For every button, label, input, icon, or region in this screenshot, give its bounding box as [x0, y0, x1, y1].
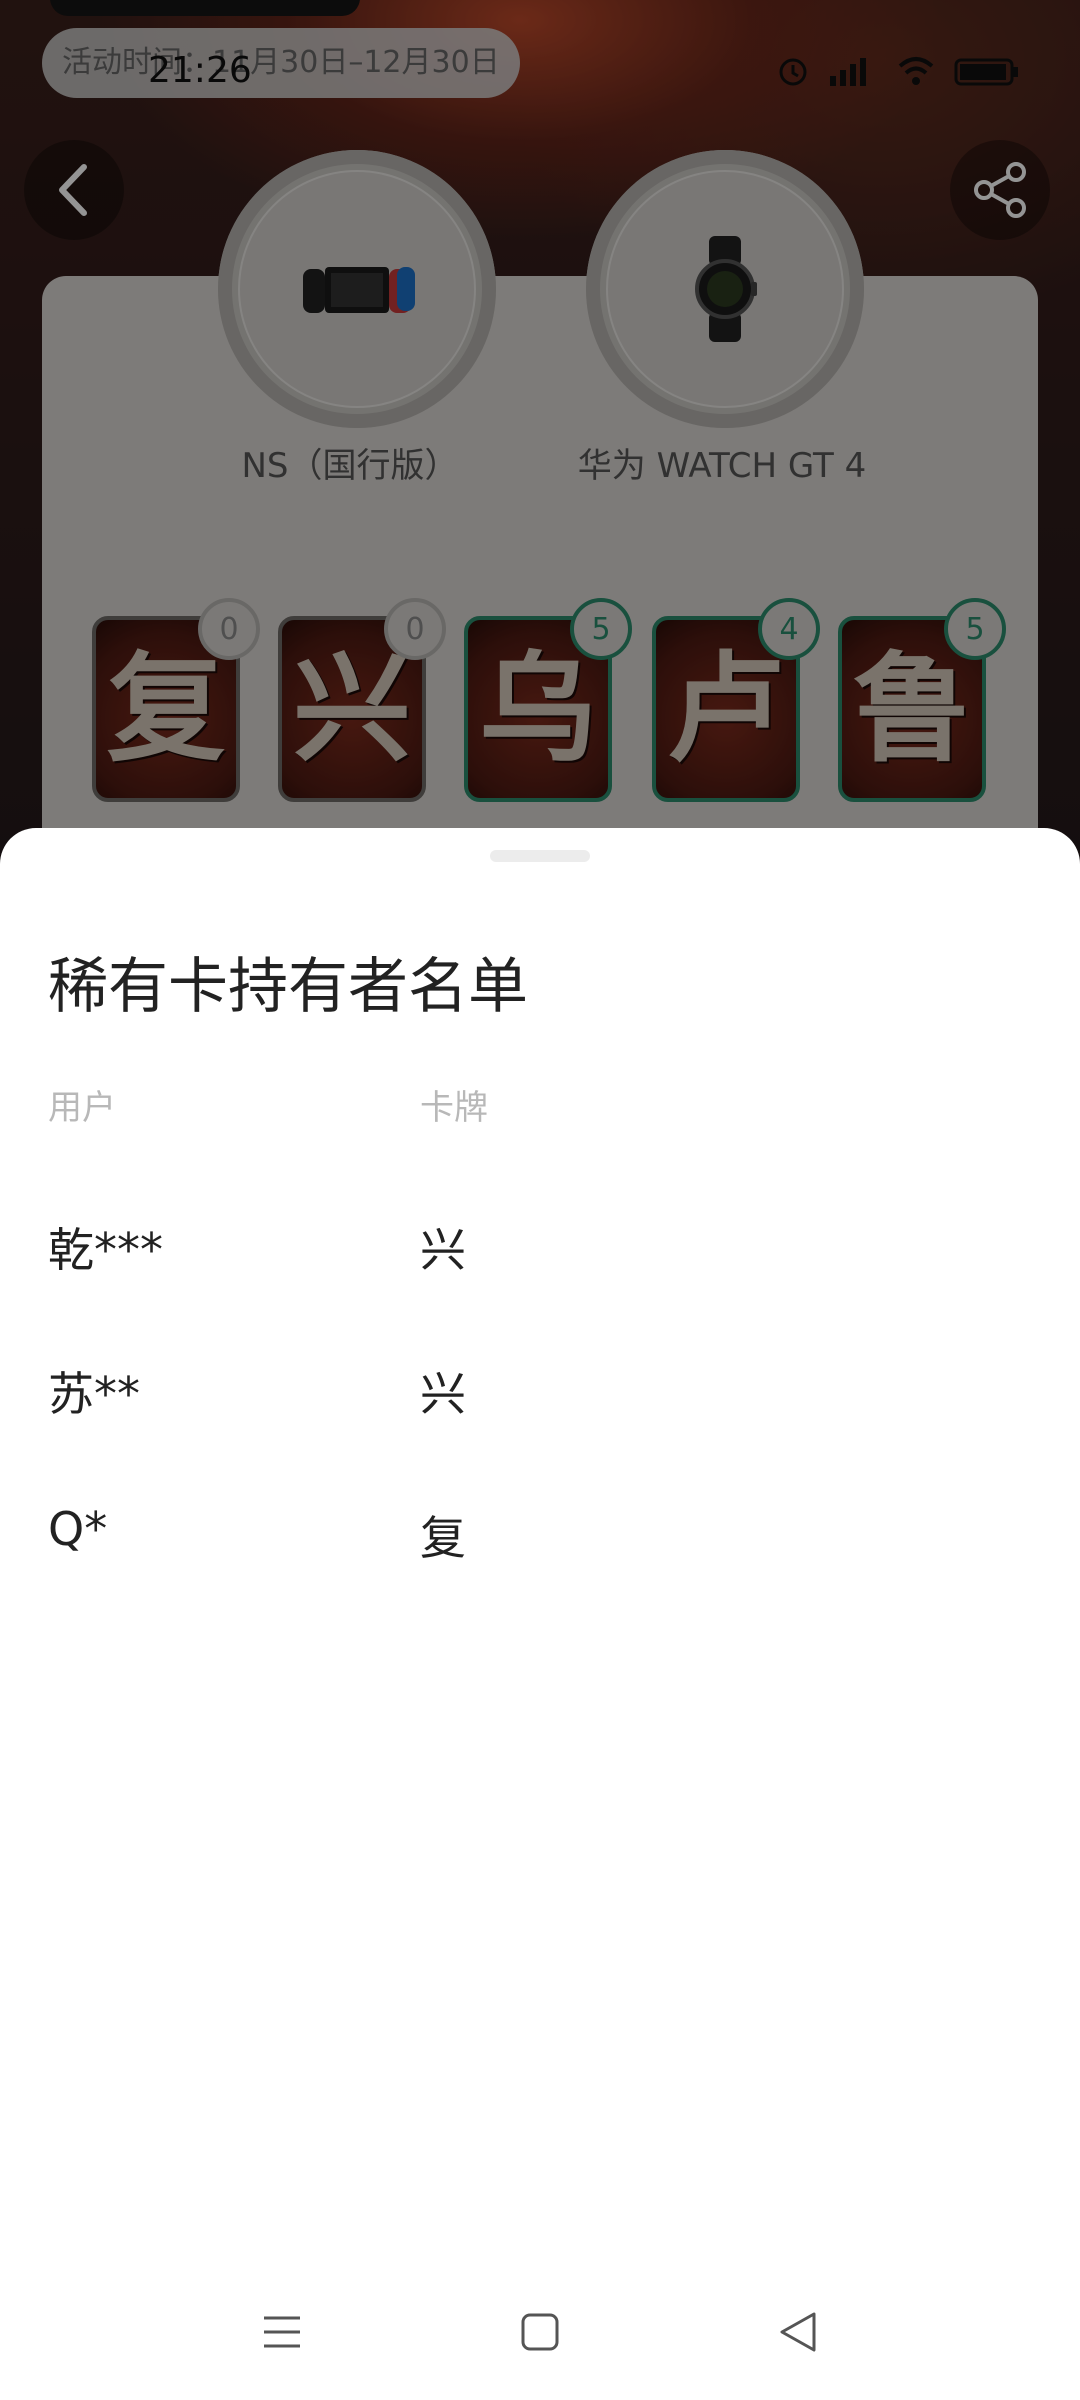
holder-card: 兴: [420, 1367, 466, 1421]
holder-row: Q* 复: [0, 1482, 1080, 1602]
back-triangle-icon: [780, 2312, 816, 2352]
sheet-drag-handle[interactable]: [490, 850, 590, 862]
holder-card: 复: [420, 1511, 466, 1565]
nav-menu-button[interactable]: [242, 2292, 322, 2372]
sheet-title: 稀有卡持有者名单: [48, 952, 528, 1022]
holder-row: 乾*** 兴: [0, 1194, 1080, 1314]
nav-home-button[interactable]: [500, 2292, 580, 2372]
home-square-icon: [521, 2313, 559, 2351]
column-header-card: 卡牌: [420, 1088, 488, 1128]
holder-card: 兴: [420, 1223, 466, 1277]
column-header-user: 用户: [48, 1088, 116, 1128]
holder-user: 乾***: [48, 1223, 163, 1277]
holder-row: 苏** 兴: [0, 1338, 1080, 1458]
menu-icon: [264, 2316, 300, 2348]
holder-user: 苏**: [48, 1367, 140, 1421]
nav-back-button[interactable]: [758, 2292, 838, 2372]
rare-card-holders-sheet: 稀有卡持有者名单 用户 卡牌 乾*** 兴 苏** 兴 Q* 复: [0, 828, 1080, 2400]
holder-user: Q*: [48, 1502, 108, 1556]
system-navigation-bar: [0, 2272, 1080, 2400]
